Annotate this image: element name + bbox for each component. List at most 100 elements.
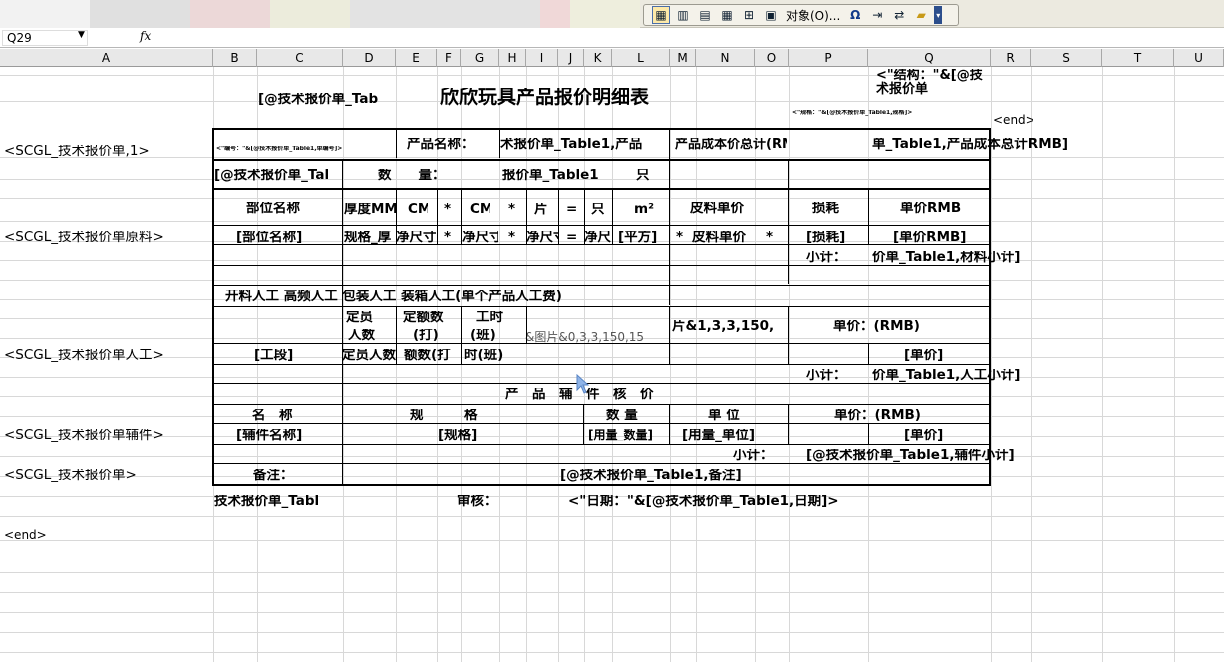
columns-icon[interactable]: ⊞ bbox=[740, 6, 758, 24]
cell-ac-qty[interactable]: [用量_数量] bbox=[588, 429, 668, 441]
table-icon[interactable]: ▥ bbox=[674, 6, 692, 24]
cell-cost-total[interactable]: 产品成本价总计(RMB)： bbox=[675, 138, 787, 151]
name-box[interactable]: Q29 bbox=[2, 30, 88, 46]
cell-r-x3[interactable]: * bbox=[676, 231, 686, 245]
cell-l-unit[interactable]: [单价] bbox=[904, 349, 964, 363]
cell-a-tech[interactable]: <SCGL_技术报价单,1> bbox=[4, 145, 204, 159]
cell-h-leather[interactable]: 皮料单价 bbox=[690, 202, 770, 216]
column-header-b[interactable]: B bbox=[213, 49, 257, 67]
cell-review[interactable]: 审核： bbox=[457, 495, 507, 509]
cell-a-main[interactable]: <SCGL_技术报价单> bbox=[4, 469, 204, 483]
cell-r-size3[interactable]: 净尺寸 bbox=[526, 231, 558, 245]
column-header-c[interactable]: C bbox=[257, 49, 343, 67]
cell-subtotal1-val[interactable]: 价单_Table1,材料小计] bbox=[872, 251, 1072, 265]
fx-icon[interactable]: fx bbox=[140, 29, 151, 43]
cell-l-hours[interactable]: 时(班) bbox=[464, 349, 524, 363]
cell-end1[interactable]: <end> bbox=[993, 114, 1033, 126]
cell-labor-head[interactable]: 开料人工 高频人工 包装人工 装箱人工(单个产品人工费) bbox=[225, 290, 665, 304]
picture-icon[interactable]: ▣ bbox=[762, 6, 780, 24]
cell-acc-uom[interactable]: 单 位 bbox=[708, 409, 758, 423]
cell-subtotal2[interactable]: 小计： bbox=[806, 369, 856, 383]
cell-r-size4[interactable]: 净尺 bbox=[584, 231, 612, 245]
cell-r-sq[interactable]: [平方] bbox=[618, 231, 668, 245]
cell-remark[interactable]: 备注： bbox=[253, 469, 313, 483]
cell-r-size2[interactable]: 净尺寸 bbox=[462, 231, 498, 245]
cell-r-leather[interactable]: 皮料单价 bbox=[692, 231, 762, 245]
cell-no-small[interactable]: <"编号："&[@技术报价单_Table1,单编号]> bbox=[216, 146, 394, 152]
cell-h-thick[interactable]: 厚度MM bbox=[344, 203, 396, 217]
cell-a-raw[interactable]: <SCGL_技术报价单原料> bbox=[4, 231, 204, 245]
cell-cost-val[interactable]: 单_Table1,产品成本总计RMB] bbox=[872, 138, 1087, 152]
cell-hours2[interactable]: (班) bbox=[470, 329, 514, 343]
cell-h-cm1[interactable]: CM bbox=[408, 203, 428, 217]
column-header-k[interactable]: K bbox=[584, 49, 612, 67]
cell-qty-left[interactable]: [@技术报价单_Tal bbox=[214, 169, 342, 183]
cell-pic1[interactable]: &图片&0,3,3,150,15 bbox=[525, 331, 670, 343]
column-header-n[interactable]: N bbox=[696, 49, 755, 67]
cell-r-x4[interactable]: * bbox=[766, 231, 776, 245]
folder-icon[interactable]: ▰ bbox=[912, 6, 930, 24]
cell-acc-qty[interactable]: 数 量 bbox=[606, 409, 656, 423]
column-header-t[interactable]: T bbox=[1102, 49, 1174, 67]
cell-subtotal3-val[interactable]: [@技术报价单_Table1,辅件小计] bbox=[806, 449, 1066, 463]
cell-h-loss[interactable]: 损耗 bbox=[812, 202, 852, 216]
table-icon[interactable]: ▦ bbox=[652, 6, 670, 24]
cell-ac-name[interactable]: [辅件名称] bbox=[236, 429, 326, 443]
cell-h-pian[interactable]: 片 bbox=[534, 203, 552, 217]
indent-icon[interactable]: ⇥ bbox=[868, 6, 886, 24]
cell-h-part[interactable]: 部位名称 bbox=[246, 202, 316, 216]
column-header-f[interactable]: F bbox=[437, 49, 461, 67]
cell-end2[interactable]: <end> bbox=[4, 529, 54, 541]
cell-r-x1[interactable]: * bbox=[444, 231, 454, 245]
column-header-e[interactable]: E bbox=[396, 49, 437, 67]
cell-a-acc[interactable]: <SCGL_技术报价单辅件> bbox=[4, 429, 204, 443]
column-header-r[interactable]: R bbox=[991, 49, 1031, 67]
cell-acc-head[interactable]: 产 品 辅 件 核 价 bbox=[505, 388, 705, 402]
cell-h-x1[interactable]: * bbox=[444, 203, 454, 217]
cell-acc-name[interactable]: 名 称 bbox=[252, 409, 312, 423]
cell-title[interactable]: 欣欣玩具产品报价明细表 bbox=[440, 88, 710, 107]
cell-subtotal1[interactable]: 小计： bbox=[806, 251, 856, 265]
cell-l-quota[interactable]: 额数(打 bbox=[404, 349, 460, 363]
convert-icon[interactable]: ⇄ bbox=[890, 6, 908, 24]
cell-prod-name[interactable]: 产品名称： bbox=[407, 138, 495, 152]
cell-remark-val[interactable]: [@技术报价单_Table1,备注] bbox=[560, 469, 790, 483]
sheet-grid[interactable]: [@技术报价单_Tab 欣欣玩具产品报价明细表 <"结构："&[@技术报价单 <"规格… bbox=[0, 67, 1224, 662]
cell-r-size1[interactable]: 净尺寸 bbox=[396, 231, 436, 245]
cell-prod-val[interactable]: 术报价单_Table1,产品 bbox=[500, 138, 668, 152]
cell-h-cm2[interactable]: CM bbox=[470, 203, 490, 217]
cell-r-eq[interactable]: = bbox=[566, 231, 576, 245]
cell-qty[interactable]: 数 量： bbox=[378, 169, 488, 183]
cell-r-loss[interactable]: [损耗] bbox=[806, 231, 862, 245]
cell-a-labor[interactable]: <SCGL_技术报价单人工> bbox=[4, 349, 204, 363]
chevron-down-icon[interactable]: ▼ bbox=[78, 30, 85, 40]
table-icon[interactable]: ▦ bbox=[718, 6, 736, 24]
cell-h-zhi[interactable]: 只 bbox=[591, 203, 607, 217]
object-button[interactable]: 对象(O)... bbox=[784, 7, 842, 24]
column-header-p[interactable]: P bbox=[789, 49, 868, 67]
cell-unit-price1[interactable]: 单价：(RMB) bbox=[833, 320, 943, 334]
cell-acc-price[interactable]: 单价：(RMB) bbox=[834, 409, 944, 423]
cell-qty-val[interactable]: 报价单_Table1 bbox=[502, 169, 612, 183]
cell-acc-spec[interactable]: 规 格 bbox=[410, 409, 520, 423]
cell-r-spec[interactable]: 规格_厚 bbox=[344, 231, 397, 245]
cell-ac-unit[interactable]: [单价] bbox=[904, 429, 964, 443]
cell-title-left[interactable]: [@技术报价单_Tab bbox=[258, 93, 396, 107]
cell-staff2[interactable]: 人数 bbox=[348, 329, 380, 343]
column-header-a[interactable]: A bbox=[0, 49, 213, 67]
column-header-i[interactable]: I bbox=[526, 49, 558, 67]
cell-maker[interactable]: 技术报价单_Tabl bbox=[214, 495, 342, 509]
formula-input[interactable] bbox=[162, 30, 1212, 46]
cell-h-unit[interactable]: 单价RMB bbox=[900, 202, 970, 216]
column-header-l[interactable]: L bbox=[612, 49, 670, 67]
omega-icon[interactable]: Ω bbox=[846, 6, 864, 24]
cell-r-x2[interactable]: * bbox=[508, 231, 518, 245]
column-header-s[interactable]: S bbox=[1031, 49, 1102, 67]
cell-hours1[interactable]: 工时 bbox=[476, 311, 510, 325]
cell-staff1[interactable]: 定员 bbox=[346, 311, 380, 325]
cell-h-eq[interactable]: = bbox=[566, 203, 576, 217]
cell-subtotal2-val[interactable]: 价单_Table1,人工小计] bbox=[872, 369, 1072, 383]
cell-r-part[interactable]: [部位名称] bbox=[236, 231, 326, 245]
column-header-d[interactable]: D bbox=[343, 49, 396, 67]
cell-h-m2[interactable]: m² bbox=[634, 203, 654, 217]
